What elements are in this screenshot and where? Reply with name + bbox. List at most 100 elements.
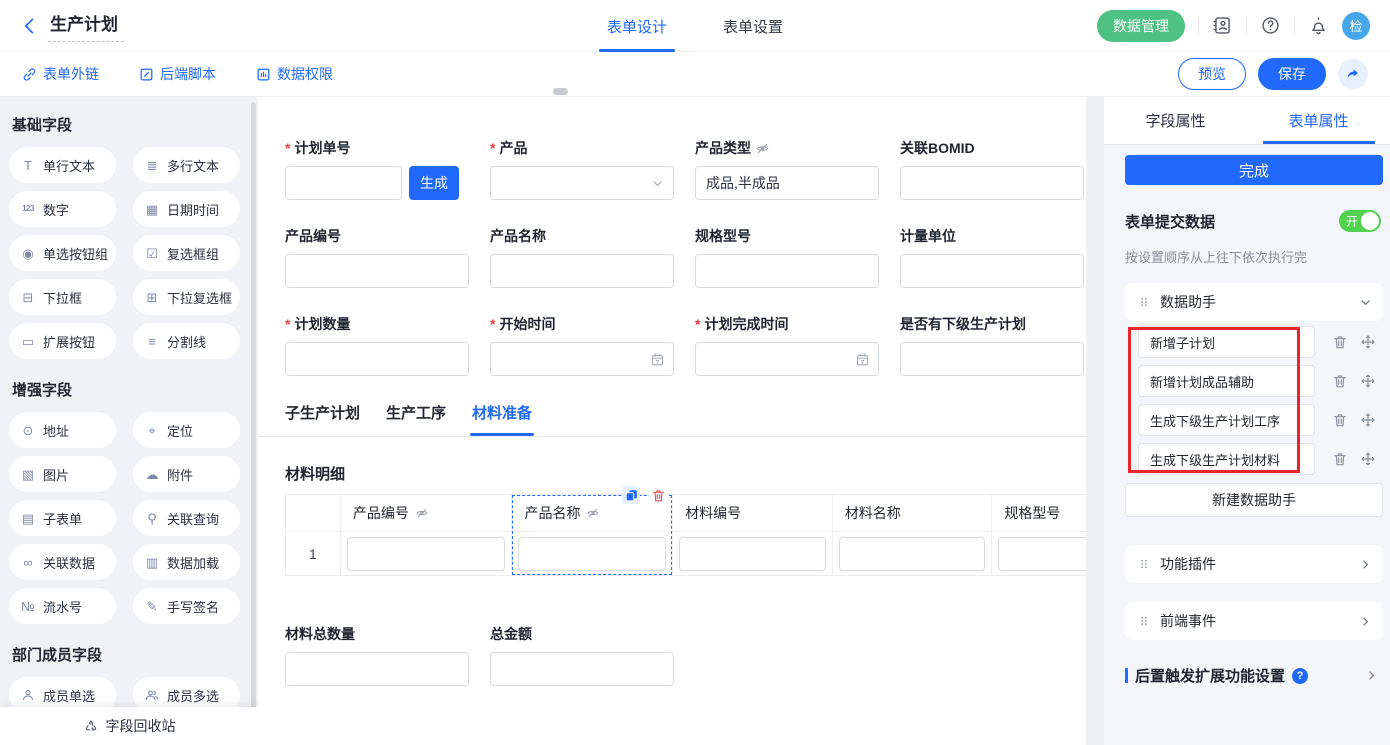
bom-id-input[interactable] (900, 166, 1084, 200)
sidebar-item-number[interactable]: 123数字 (9, 191, 116, 227)
scrollbar-thumb[interactable] (553, 88, 568, 95)
sidebar-item-radio-group[interactable]: ◉单选按钮组 (9, 235, 116, 271)
start-time-input[interactable] (490, 342, 674, 376)
field-plan-number[interactable]: *计划单号 生成 (285, 138, 469, 200)
tab-field-properties[interactable]: 字段属性 (1104, 97, 1247, 144)
cell-input[interactable] (518, 537, 666, 571)
table-column-product-code[interactable]: 产品编号 (341, 495, 513, 575)
plan-number-input[interactable] (285, 166, 402, 200)
spec-model-input[interactable] (695, 254, 879, 288)
assistant-item-3[interactable]: 生成下级生产计划工序 (1138, 404, 1315, 436)
assistant-item-1[interactable]: 新增子计划 (1138, 326, 1315, 358)
trash-icon[interactable] (1332, 334, 1348, 350)
sidebar-item-related-query[interactable]: ⚲关联查询 (133, 500, 240, 536)
page-title[interactable]: 生产计划 (48, 10, 124, 42)
material-total-qty-input[interactable] (285, 652, 469, 686)
trash-icon[interactable] (1332, 412, 1348, 428)
drag-handle-icon[interactable] (1137, 557, 1151, 571)
unit-input[interactable] (900, 254, 1084, 288)
product-select[interactable] (490, 166, 674, 200)
subtab-process[interactable]: 生产工序 (386, 402, 446, 436)
generate-button[interactable]: 生成 (409, 166, 459, 200)
field-start-time[interactable]: *开始时间 (490, 314, 674, 376)
field-spec-model[interactable]: 规格型号 (695, 226, 879, 288)
field-product[interactable]: *产品 (490, 138, 674, 200)
drag-handle-icon[interactable] (1137, 295, 1151, 309)
tab-form-properties[interactable]: 表单属性 (1247, 97, 1390, 144)
sidebar-item-address[interactable]: ⊙地址 (9, 412, 116, 448)
backend-script-button[interactable]: 后端脚本 (139, 64, 216, 84)
cell-input[interactable] (839, 537, 986, 571)
post-trigger-settings-link[interactable]: 后置触发扩展功能设置 ? (1125, 665, 1383, 686)
user-avatar[interactable]: 检 (1342, 12, 1370, 40)
sidebar-item-location[interactable]: ⌖定位 (133, 412, 240, 448)
sidebar-item-dropdown[interactable]: ⊟下拉框 (9, 279, 116, 315)
sidebar-item-extend-button[interactable]: ▭扩展按钮 (9, 323, 116, 359)
sidebar-item-divider[interactable]: ≡分割线 (133, 323, 240, 359)
sidebar-item-checkbox-group[interactable]: ☑复选框组 (133, 235, 240, 271)
move-icon[interactable] (1360, 412, 1376, 428)
question-badge-icon[interactable]: ? (1292, 668, 1308, 684)
tab-form-settings[interactable]: 表单设置 (723, 0, 783, 52)
sidebar-item-related-data[interactable]: ∞关联数据 (9, 544, 116, 580)
product-code-input[interactable] (285, 254, 469, 288)
sidebar-item-dropdown-multi[interactable]: ⊞下拉复选框 (133, 279, 240, 315)
save-button[interactable]: 保存 (1258, 58, 1326, 90)
cell-input[interactable] (998, 537, 1086, 571)
help-icon[interactable] (1260, 15, 1281, 36)
data-permission-button[interactable]: 数据权限 (256, 64, 333, 84)
subtab-material-prep[interactable]: 材料准备 (472, 402, 532, 436)
form-external-link-button[interactable]: 表单外链 (22, 64, 99, 84)
sidebar-item-subform[interactable]: ▤子表单 (9, 500, 116, 536)
trash-icon[interactable] (1332, 373, 1348, 389)
share-button[interactable] (1338, 59, 1368, 89)
product-type-input[interactable]: 成品,半成品 (695, 166, 879, 200)
sidebar-item-datetime[interactable]: ▦日期时间 (133, 191, 240, 227)
new-assistant-button[interactable]: 新建数据助手 (1125, 483, 1383, 517)
finish-time-input[interactable] (695, 342, 879, 376)
sidebar-item-image[interactable]: ▧图片 (9, 456, 116, 492)
sidebar-item-data-load[interactable]: ▥数据加载 (133, 544, 240, 580)
preview-button[interactable]: 预览 (1178, 58, 1246, 90)
cell-input[interactable] (347, 537, 506, 571)
table-column-spec-model[interactable]: 规格型号 (992, 495, 1086, 575)
back-icon[interactable] (20, 16, 40, 36)
sidebar-item-multi-line-text[interactable]: ≣多行文本 (133, 147, 240, 183)
has-sub-plan-input[interactable] (900, 342, 1084, 376)
subtab-sub-plan[interactable]: 子生产计划 (285, 402, 360, 436)
field-recycle-bin-button[interactable]: 字段回收站 (0, 707, 258, 745)
total-amount-input[interactable] (490, 652, 674, 686)
contact-book-icon[interactable] (1212, 15, 1233, 36)
field-material-total-qty[interactable]: 材料总数量 (285, 624, 469, 686)
move-icon[interactable] (1360, 334, 1376, 350)
table-column-product-name[interactable]: 产品名称 (512, 495, 673, 575)
field-finish-time[interactable]: *计划完成时间 (695, 314, 879, 376)
drag-handle-icon[interactable] (1137, 614, 1151, 628)
data-manage-button[interactable]: 数据管理 (1097, 10, 1185, 42)
table-column-material-name[interactable]: 材料名称 (833, 495, 993, 575)
sidebar-scrollbar[interactable] (251, 102, 256, 727)
assistant-item-2[interactable]: 新增计划成品辅助 (1138, 365, 1315, 397)
delete-column-button[interactable] (649, 486, 667, 504)
function-plugin-section[interactable]: 功能插件 (1125, 545, 1383, 583)
move-icon[interactable] (1360, 373, 1376, 389)
field-total-amount[interactable]: 总金额 (490, 624, 674, 686)
sidebar-item-signature[interactable]: ✎手写签名 (133, 588, 240, 624)
field-bom-id[interactable]: 关联BOMID (900, 138, 1084, 200)
done-button[interactable]: 完成 (1125, 155, 1383, 185)
product-name-input[interactable] (490, 254, 674, 288)
tab-form-design[interactable]: 表单设计 (607, 0, 667, 52)
field-unit[interactable]: 计量单位 (900, 226, 1084, 288)
submit-data-toggle[interactable]: 开 (1339, 210, 1381, 232)
table-column-material-code[interactable]: 材料编号 (673, 495, 833, 575)
data-assistant-section[interactable]: 数据助手 (1125, 283, 1383, 321)
assistant-item-4[interactable]: 生成下级生产计划材料 (1138, 443, 1315, 475)
trash-icon[interactable] (1332, 451, 1348, 467)
field-plan-qty[interactable]: *计划数量 (285, 314, 469, 376)
move-icon[interactable] (1360, 451, 1376, 467)
field-product-type[interactable]: 产品类型 成品,半成品 (695, 138, 879, 200)
field-has-sub-plan[interactable]: 是否有下级生产计划 (900, 314, 1084, 376)
field-product-name[interactable]: 产品名称 (490, 226, 674, 288)
plan-qty-input[interactable] (285, 342, 469, 376)
field-product-code[interactable]: 产品编号 (285, 226, 469, 288)
